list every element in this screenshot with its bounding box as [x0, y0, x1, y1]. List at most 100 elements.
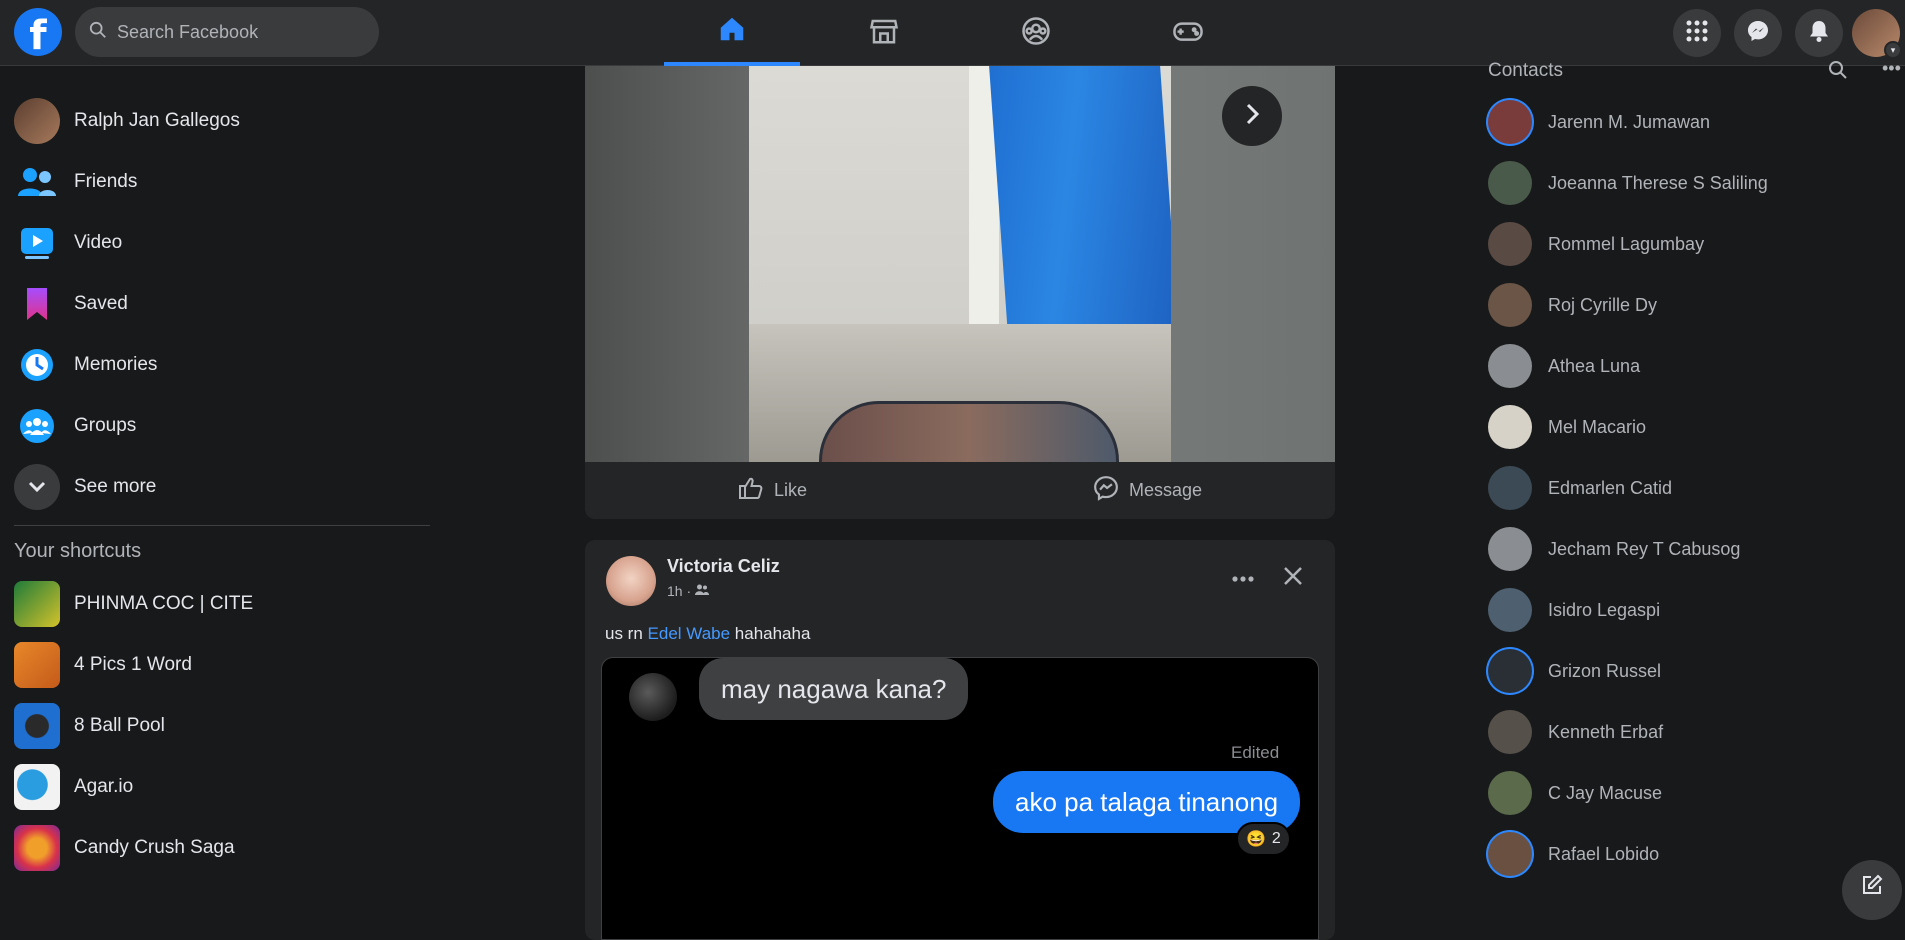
like-button[interactable]: Like: [585, 462, 960, 519]
shortcut-item[interactable]: PHINMA COC | CITE: [14, 573, 440, 634]
sidebar-item-label: Video: [74, 231, 123, 253]
contact-avatar: [1488, 100, 1532, 144]
contact-avatar: [1488, 832, 1532, 876]
contact-item[interactable]: Rafael Lobido: [1488, 831, 1888, 877]
sidebar-item-see-more[interactable]: See more: [14, 456, 440, 517]
contact-item[interactable]: Roj Cyrille Dy: [1488, 282, 1888, 328]
contact-avatar: [1488, 161, 1532, 205]
contact-name: Rommel Lagumbay: [1548, 233, 1705, 254]
menu-button[interactable]: [1673, 9, 1721, 57]
sidebar-item-friends[interactable]: Friends: [14, 151, 440, 212]
memories-icon: [14, 342, 60, 388]
contact-name: Roj Cyrille Dy: [1548, 294, 1658, 315]
friends-icon: [14, 159, 60, 205]
contact-item[interactable]: Kenneth Erbaf: [1488, 709, 1888, 755]
more-horizontal-icon: [1232, 569, 1254, 587]
tagged-user-link[interactable]: Edel Wabe: [648, 624, 731, 643]
post-text: us rn Edel Wabe hahahaha: [605, 624, 810, 644]
left-sidebar: Ralph Jan Gallegos Friends Video Saved M…: [0, 66, 440, 884]
contact-item[interactable]: Jarenn M. Jumawan: [1488, 99, 1888, 145]
sidebar-item-saved[interactable]: Saved: [14, 273, 440, 334]
author-avatar[interactable]: [606, 556, 656, 606]
friends-audience-icon: [695, 583, 710, 599]
incoming-message-bubble: may nagawa kana?: [699, 658, 969, 720]
shortcut-item[interactable]: Candy Crush Saga: [14, 817, 440, 878]
groups-icon: [14, 403, 60, 449]
gaming-icon: [1172, 16, 1204, 51]
post-options-button[interactable]: [1225, 560, 1261, 596]
notifications-button[interactable]: [1795, 9, 1843, 57]
contact-avatar: [1488, 283, 1532, 327]
shortcut-item[interactable]: 4 Pics 1 Word: [14, 634, 440, 695]
shortcut-item[interactable]: 8 Ball Pool: [14, 695, 440, 756]
post-media[interactable]: [585, 66, 1335, 462]
search-input[interactable]: [117, 21, 357, 43]
home-icon: [717, 14, 747, 49]
messenger-icon: [1746, 19, 1770, 48]
sidebar-item-label: Ralph Jan Gallegos: [74, 109, 240, 131]
contact-item[interactable]: Rommel Lagumbay: [1488, 221, 1888, 267]
sidebar-item-groups[interactable]: Groups: [14, 395, 440, 456]
messenger-button[interactable]: [1734, 9, 1782, 57]
sidebar-divider: [14, 525, 430, 526]
account-avatar[interactable]: ▾: [1852, 9, 1902, 59]
contacts-heading: Contacts: [1488, 60, 1563, 81]
tab-gaming[interactable]: [1120, 0, 1256, 66]
tab-groups[interactable]: [968, 0, 1104, 66]
post-photo[interactable]: [749, 66, 1171, 462]
contact-item[interactable]: Edmarlen Catid: [1488, 465, 1888, 511]
sidebar-item-memories[interactable]: Memories: [14, 334, 440, 395]
next-photo-button[interactable]: [1222, 86, 1282, 146]
contact-item[interactable]: Mel Macario: [1488, 404, 1888, 450]
contact-name: Rafael Lobido: [1548, 843, 1660, 864]
more-horizontal-icon: •••: [1882, 58, 1901, 78]
contacts-options-button[interactable]: •••: [1882, 58, 1901, 79]
message-button[interactable]: Message: [960, 462, 1335, 519]
tab-marketplace[interactable]: [816, 0, 952, 66]
contact-item[interactable]: Jecham Rey T Cabusog: [1488, 526, 1888, 572]
contact-item[interactable]: Joeanna Therese S Saliling: [1488, 160, 1888, 206]
reaction-count: 2: [1271, 830, 1281, 847]
shortcut-label: PHINMA COC | CITE: [74, 592, 254, 614]
search-box[interactable]: [75, 7, 379, 57]
sidebar-item-label: Memories: [74, 353, 158, 375]
shortcuts-heading: Your shortcuts: [14, 540, 142, 562]
sidebar-item-label: Friends: [74, 170, 138, 192]
chevron-down-icon: ▾: [1884, 41, 1902, 59]
author-name[interactable]: Victoria Celiz: [667, 556, 780, 577]
contact-avatar: [1488, 466, 1532, 510]
like-label: Like: [773, 480, 808, 500]
edited-label: Edited: [1231, 743, 1280, 762]
shortcut-item[interactable]: Agar.io: [14, 756, 440, 817]
hide-post-button[interactable]: [1275, 560, 1311, 596]
search-icon: [1828, 61, 1848, 84]
contact-name: Jecham Rey T Cabusog: [1548, 538, 1741, 559]
sidebar-item-profile[interactable]: Ralph Jan Gallegos: [14, 90, 440, 151]
contact-name: Edmarlen Catid: [1548, 477, 1673, 498]
contact-item[interactable]: Athea Luna: [1488, 343, 1888, 389]
post-text-part: hahahaha: [730, 624, 811, 643]
contact-item[interactable]: Grizon Russel: [1488, 648, 1888, 694]
post-time[interactable]: 1h ·: [667, 583, 691, 599]
video-icon: [14, 220, 60, 266]
close-icon: [1283, 566, 1303, 591]
contact-avatar: [1488, 710, 1532, 754]
post-screenshot-image[interactable]: may nagawa kana? Edited ako pa talaga ti…: [601, 657, 1319, 940]
new-message-button[interactable]: [1842, 860, 1902, 920]
sidebar-item-video[interactable]: Video: [14, 212, 440, 273]
contact-name: Isidro Legaspi: [1548, 599, 1661, 620]
contact-name: Kenneth Erbaf: [1548, 721, 1664, 742]
profile-avatar: [14, 97, 60, 144]
contact-avatar: [1488, 649, 1532, 693]
groups-tab-icon: [1021, 16, 1051, 51]
thumbs-up-icon: [738, 476, 764, 505]
shortcut-4pics-icon: [14, 641, 60, 688]
contacts-search-button[interactable]: [1828, 60, 1848, 85]
shortcut-label: 8 Ball Pool: [74, 714, 165, 736]
contact-item[interactable]: C Jay Macuse: [1488, 770, 1888, 816]
contact-avatar: [1488, 222, 1532, 266]
contact-item[interactable]: Isidro Legaspi: [1488, 587, 1888, 633]
shortcut-agario-icon: [14, 763, 60, 810]
tab-home[interactable]: [664, 0, 800, 66]
facebook-logo[interactable]: f: [14, 8, 62, 56]
